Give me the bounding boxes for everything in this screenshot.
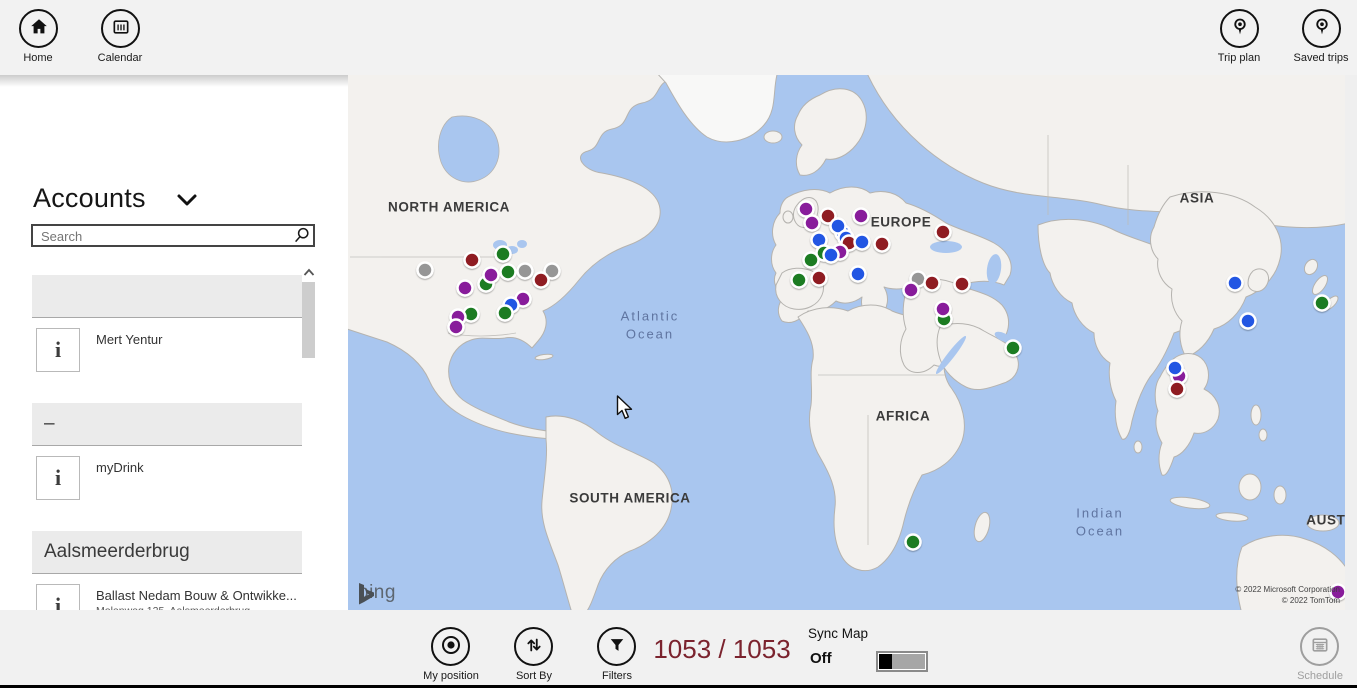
sync-map-label: Sync Map — [808, 626, 868, 641]
sort-by-label: Sort By — [489, 670, 579, 682]
map-marker-blue[interactable] — [1168, 361, 1183, 376]
account-group-header[interactable]: – — [32, 403, 302, 446]
account-title: Mert Yentur — [96, 332, 163, 347]
results-count: 1053 / 1053 — [652, 634, 792, 665]
filters-button[interactable] — [597, 627, 636, 666]
world-map[interactable]: NORTH AMERICAEUROPEASIAAFRICASOUTH AMERI… — [348, 75, 1345, 610]
map-marker-green[interactable] — [804, 253, 819, 268]
trip-plan-button[interactable] — [1220, 9, 1259, 48]
sort-arrows-icon — [523, 634, 545, 659]
saved-trips-label: Saved trips — [1276, 52, 1357, 64]
home-icon — [28, 16, 50, 41]
account-list-item[interactable]: i Mert Yentur — [32, 318, 302, 403]
scrollbar-thumb[interactable] — [302, 282, 315, 358]
map-marker-red[interactable] — [1170, 382, 1185, 397]
my-position-button[interactable] — [431, 627, 470, 666]
map-marker-purple[interactable] — [805, 216, 820, 231]
map-marker-red[interactable] — [534, 273, 549, 288]
my-position-label: My position — [406, 670, 496, 682]
sort-by-button[interactable] — [514, 627, 553, 666]
map-marker-blue[interactable] — [1241, 314, 1256, 329]
map-marker-purple[interactable] — [484, 268, 499, 283]
map-base-layer — [348, 75, 1345, 610]
map-marker-green[interactable] — [496, 247, 511, 262]
search-input[interactable] — [39, 226, 293, 247]
map-marker-gray[interactable] — [518, 264, 533, 279]
home-button[interactable] — [19, 9, 58, 48]
accounts-panel: Accounts i Mert Yentur – i myDrink Aalsmeerde… — [0, 75, 348, 610]
map-marker-purple[interactable] — [799, 202, 814, 217]
sync-map-toggle[interactable] — [876, 651, 928, 672]
map-marker-red[interactable] — [465, 253, 480, 268]
toggle-track — [879, 654, 925, 669]
account-group-header[interactable] — [32, 275, 302, 318]
account-group-header[interactable]: Aalsmeerderbrug — [32, 531, 302, 574]
map-marker-red[interactable] — [925, 276, 940, 291]
map-marker-purple[interactable] — [458, 281, 473, 296]
info-button[interactable]: i — [36, 328, 80, 372]
map-marker-red[interactable] — [875, 237, 890, 252]
bing-logo[interactable]: bing — [358, 582, 396, 604]
search-box — [31, 224, 315, 247]
info-button[interactable]: i — [36, 456, 80, 500]
map-marker-green[interactable] — [792, 273, 807, 288]
home-label: Home — [0, 52, 83, 64]
map-marker-green[interactable] — [906, 535, 921, 550]
map-marker-red[interactable] — [812, 271, 827, 286]
map-marker-purple[interactable] — [854, 209, 869, 224]
account-title: Ballast Nedam Bouw & Ontwikke... — [96, 588, 297, 603]
map-marker-purple[interactable] — [936, 302, 951, 317]
map-marker-gray[interactable] — [418, 263, 433, 278]
schedule-calendar-icon — [1310, 635, 1330, 658]
calendar-label: Calendar — [75, 52, 165, 64]
map-marker-purple[interactable] — [904, 283, 919, 298]
map-pin-icon — [1229, 16, 1251, 41]
map-pin-icon — [1311, 16, 1333, 41]
top-app-bar: Home Calendar Trip plan — [0, 0, 1357, 75]
map-marker-purple[interactable] — [449, 320, 464, 335]
header-shadow — [0, 75, 348, 87]
sync-map-state: Off — [810, 650, 832, 667]
schedule-label: Schedule — [1275, 670, 1357, 682]
toggle-knob — [879, 654, 892, 669]
copyright-line: © 2022 TomTom — [1235, 596, 1340, 606]
my-position-icon — [438, 632, 464, 661]
info-icon: i — [55, 339, 61, 361]
map-marker-blue[interactable] — [855, 235, 870, 250]
map-marker-green[interactable] — [498, 306, 513, 321]
copyright-line: © 2022 Microsoft Corporation — [1235, 585, 1340, 595]
saved-trips-button[interactable] — [1302, 9, 1341, 48]
filter-funnel-icon — [607, 635, 627, 658]
calendar-icon — [111, 17, 131, 40]
account-title: myDrink — [96, 460, 144, 475]
map-marker-red[interactable] — [936, 225, 951, 240]
map-marker-blue[interactable] — [851, 267, 866, 282]
map-copyright: © 2022 Microsoft Corporation © 2022 TomT… — [1235, 585, 1340, 606]
trip-plan-label: Trip plan — [1194, 52, 1284, 64]
filters-label: Filters — [572, 670, 662, 682]
map-marker-green[interactable] — [1006, 341, 1021, 356]
bing-icon — [358, 582, 375, 606]
map-marker-green[interactable] — [1315, 296, 1330, 311]
search-icon[interactable] — [291, 226, 311, 251]
account-list-item[interactable]: i myDrink — [32, 446, 302, 531]
bottom-app-bar: My position Sort By Filters 1053 / 1053 … — [0, 610, 1357, 688]
schedule-button[interactable] — [1300, 627, 1339, 666]
scroll-up-icon[interactable] — [301, 265, 316, 279]
calendar-button[interactable] — [101, 9, 140, 48]
panel-title: Accounts — [33, 183, 146, 214]
map-marker-blue[interactable] — [1228, 276, 1243, 291]
info-icon: i — [55, 467, 61, 489]
map-marker-green[interactable] — [501, 265, 516, 280]
chevron-down-icon[interactable] — [176, 191, 198, 209]
map-marker-red[interactable] — [955, 277, 970, 292]
map-marker-blue[interactable] — [824, 248, 839, 263]
